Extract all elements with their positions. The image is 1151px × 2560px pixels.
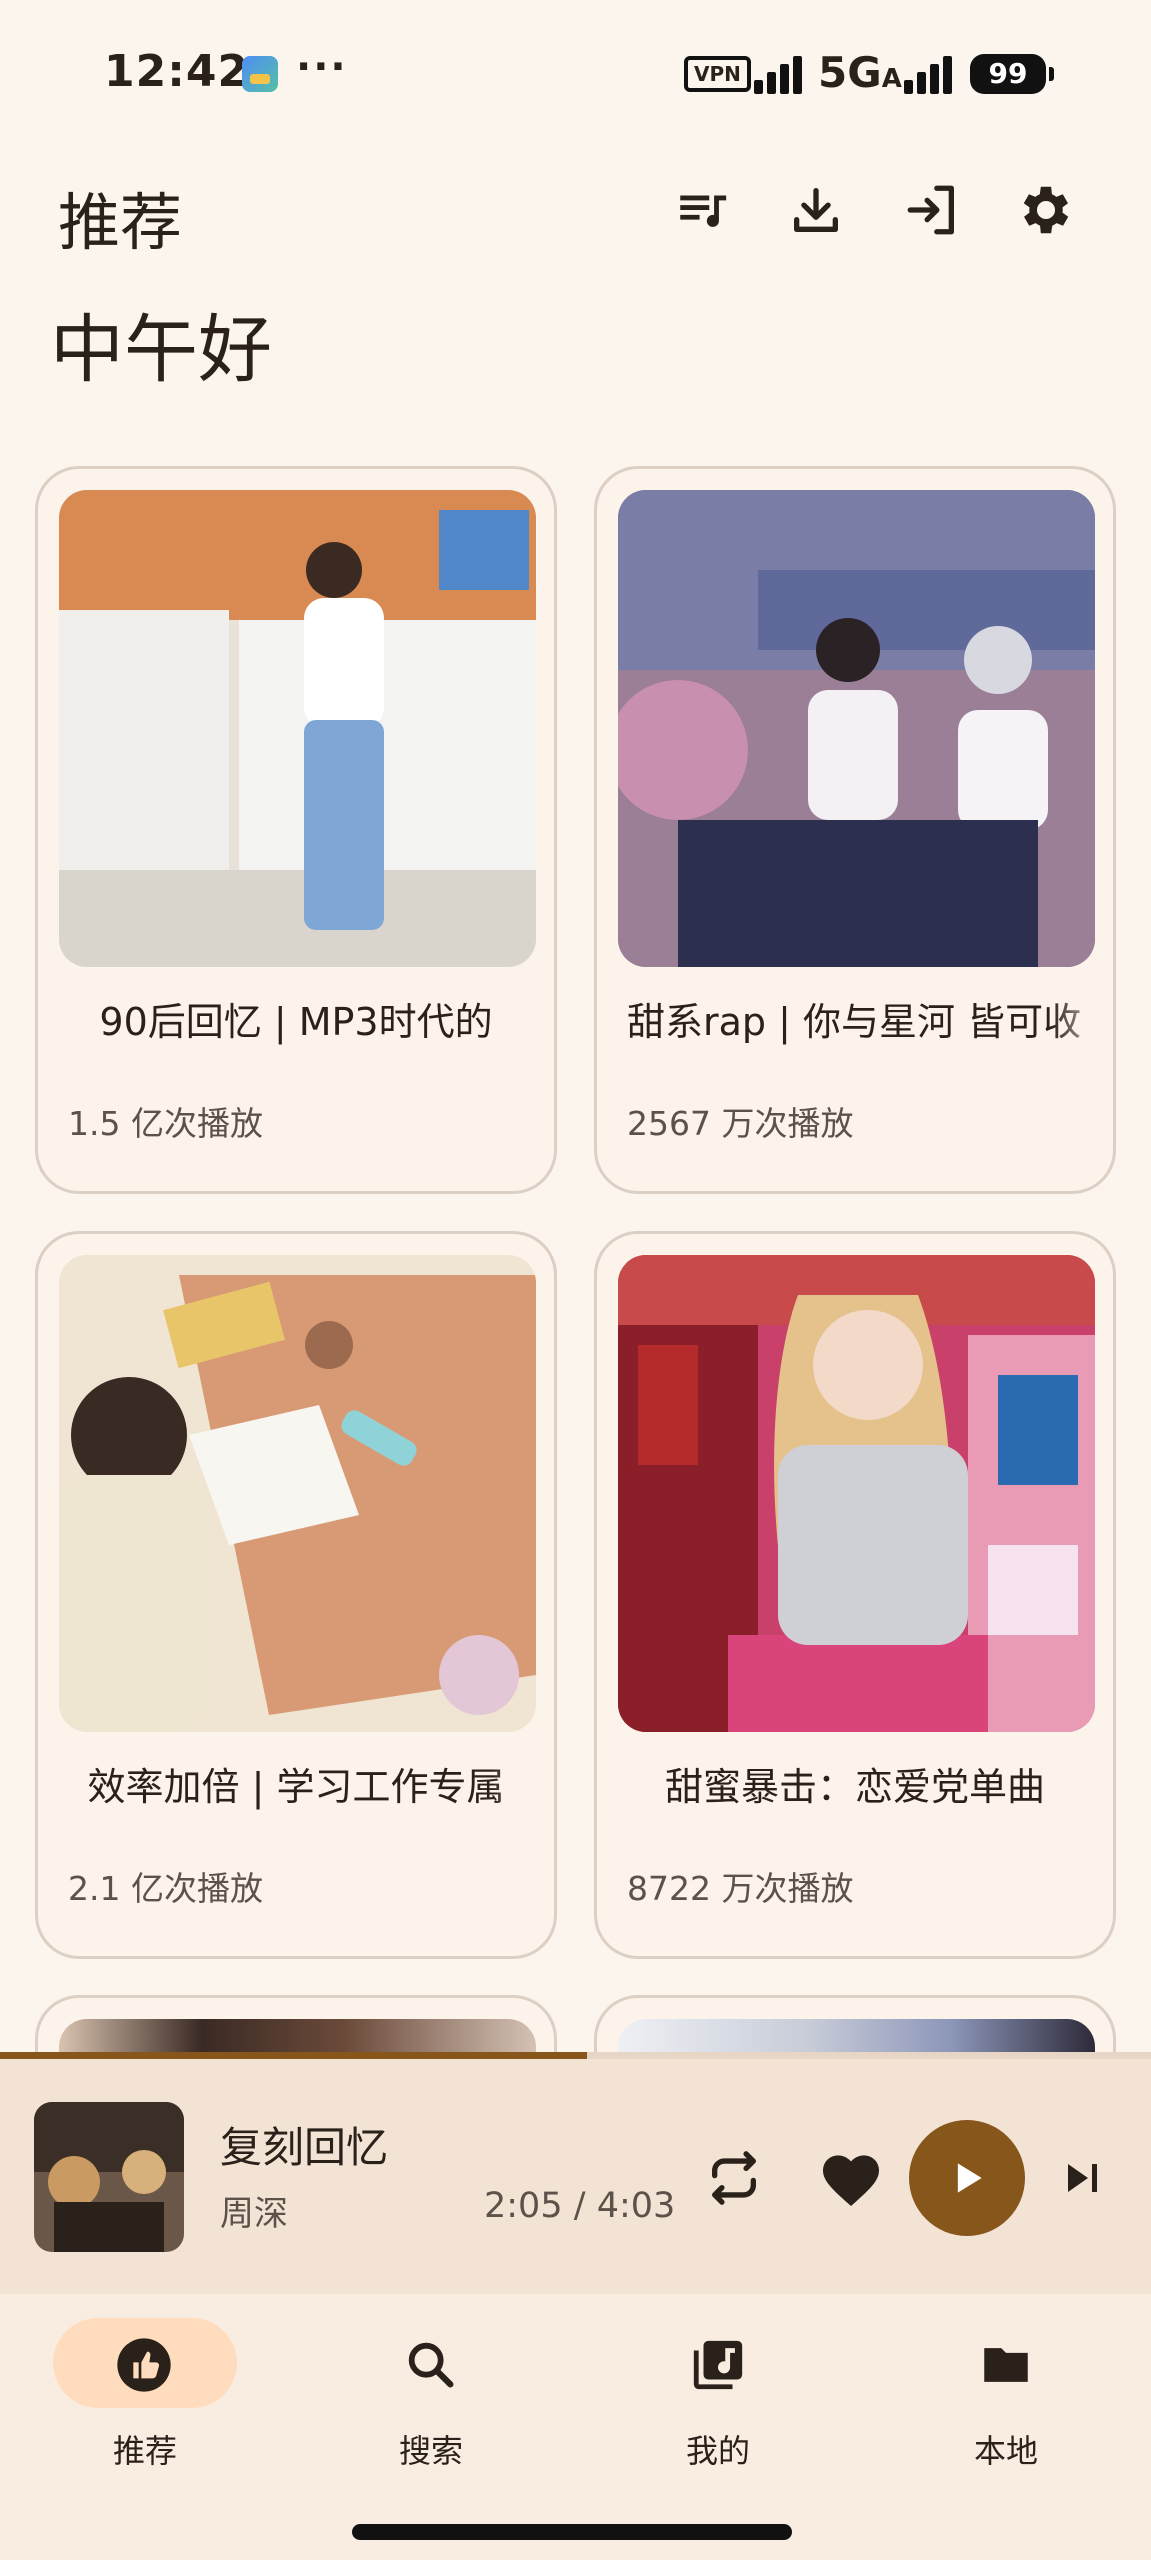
progress-fill [0,2052,587,2059]
search-icon[interactable] [396,2330,466,2400]
login-icon[interactable] [900,178,964,242]
play-count: 8722 万次播放 [627,1869,854,1908]
playlist-title: 90后回忆 | MP3时代的 [99,1000,493,1044]
playlist-cover-image [618,490,1095,967]
battery-icon: 99 [970,54,1054,94]
play-button[interactable] [909,2120,1025,2236]
playlist-card[interactable]: 90后回忆 | MP3时代的 1.5 亿次播放 [35,466,557,1194]
playlist-cover-image [59,490,536,967]
playlist-cover-image [59,1255,536,1732]
playlist-title: 甜蜜暴击：恋爱党单曲 [664,1765,1045,1809]
signal-icon-2 [904,54,954,94]
library-music-icon[interactable] [683,2330,753,2400]
progress-bar[interactable] [0,2052,1151,2059]
playlist-card[interactable]: 甜系rap | 你与星河 皆可收 2567 万次播放 [594,466,1116,1194]
home-indicator[interactable] [352,2524,792,2540]
folder-icon[interactable] [971,2330,1041,2400]
playlist-card[interactable]: 甜蜜暴击：恋爱党单曲 8722 万次播放 [594,1231,1116,1959]
app-notification-icon [242,56,278,92]
song-title: 复刻回忆 [220,2123,389,2172]
play-count: 2.1 亿次播放 [68,1869,263,1908]
playlist-title: 效率加倍 | 学习工作专属 [87,1765,505,1809]
status-bar: 12:42 ··· VPN 5GA 99 [0,0,1151,140]
vpn-icon: VPN [684,56,751,92]
thumb-up-icon[interactable] [109,2330,179,2400]
play-icon [957,2163,982,2193]
download-icon[interactable] [784,178,848,242]
nav-label-mine[interactable]: 我的 [638,2426,798,2472]
play-count: 2567 万次播放 [627,1104,854,1143]
more-notifications-icon: ··· [296,44,348,90]
status-time: 12:42 [104,46,250,97]
playlist-cover-image [618,1255,1095,1732]
playlist-card[interactable]: 效率加倍 | 学习工作专属 2.1 亿次播放 [35,1231,557,1959]
nav-label-recommend[interactable]: 推荐 [65,2426,225,2472]
network-type: 5GA [818,48,902,97]
signal-icon [754,54,804,94]
play-count: 1.5 亿次播放 [68,1104,263,1143]
nav-label-local[interactable]: 本地 [926,2426,1086,2472]
heart-icon[interactable] [816,2146,886,2210]
album-art[interactable] [34,2102,184,2252]
nav-label-search[interactable]: 搜索 [351,2426,511,2472]
song-artist: 周深 [220,2194,288,2234]
gear-icon[interactable] [1014,178,1078,242]
greeting: 中午好 [50,307,272,393]
page-title: 推荐 [58,186,183,259]
playlist-title: 甜系rap | 你与星河 皆可收 [627,1000,1082,1044]
song-time: 2:05 / 4:03 [484,2186,676,2226]
repeat-icon[interactable] [702,2146,766,2210]
skip-next-icon[interactable] [1054,2150,1110,2206]
queue-music-icon[interactable] [670,178,734,242]
